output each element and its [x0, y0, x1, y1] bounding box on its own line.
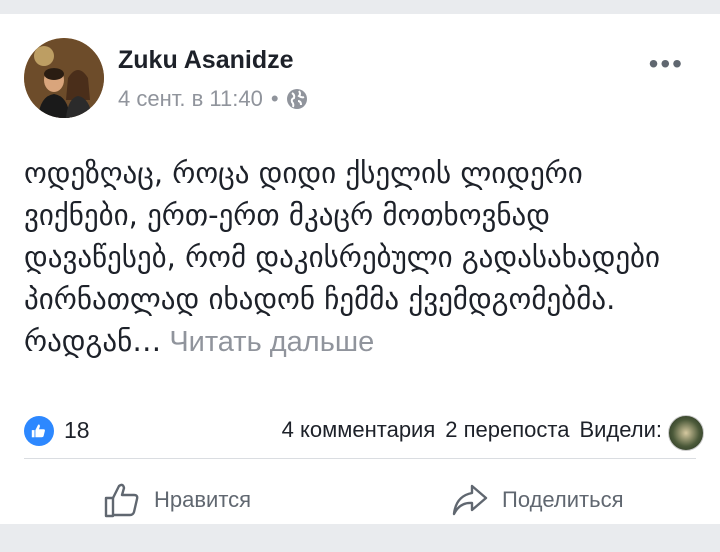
post-meta: 4 сент. в 11:40 • [118, 86, 309, 112]
like-button[interactable]: Нравится [102, 478, 251, 522]
post-stats: 4 комментария 2 перепоста Видели: [282, 417, 662, 443]
see-more-link[interactable]: Читать дальше [161, 326, 374, 358]
author-avatar[interactable] [24, 38, 104, 118]
thumbs-up-outline-icon [102, 480, 142, 520]
share-arrow-icon [450, 480, 490, 520]
meta-separator: • [270, 86, 279, 111]
seen-by-label[interactable]: Видели: [579, 417, 662, 443]
seen-by-avatar[interactable] [668, 415, 704, 451]
share-button[interactable]: Поделиться [450, 478, 623, 522]
share-button-label: Поделиться [502, 487, 624, 512]
globe-icon [285, 87, 309, 111]
post-timestamp[interactable]: 4 сент. в 11:40 [118, 86, 263, 112]
shares-count[interactable]: 2 перепоста [445, 417, 569, 443]
comments-count[interactable]: 4 комментария [282, 417, 436, 443]
post-card: Zuku Asanidze 4 сент. в 11:40 • ••• ოდეზ… [0, 14, 720, 524]
thumbs-up-icon[interactable] [24, 416, 54, 446]
like-count[interactable]: 18 [64, 417, 90, 444]
post-ellipsis: … [132, 324, 162, 358]
more-options-icon[interactable]: ••• [649, 50, 684, 78]
like-button-label: Нравится [154, 487, 252, 512]
divider [24, 458, 696, 459]
author-name[interactable]: Zuku Asanidze [118, 46, 294, 75]
post-body: ოდეზღაც, როცა დიდი ქსელის ლიდერი ვიქნები… [24, 152, 684, 363]
